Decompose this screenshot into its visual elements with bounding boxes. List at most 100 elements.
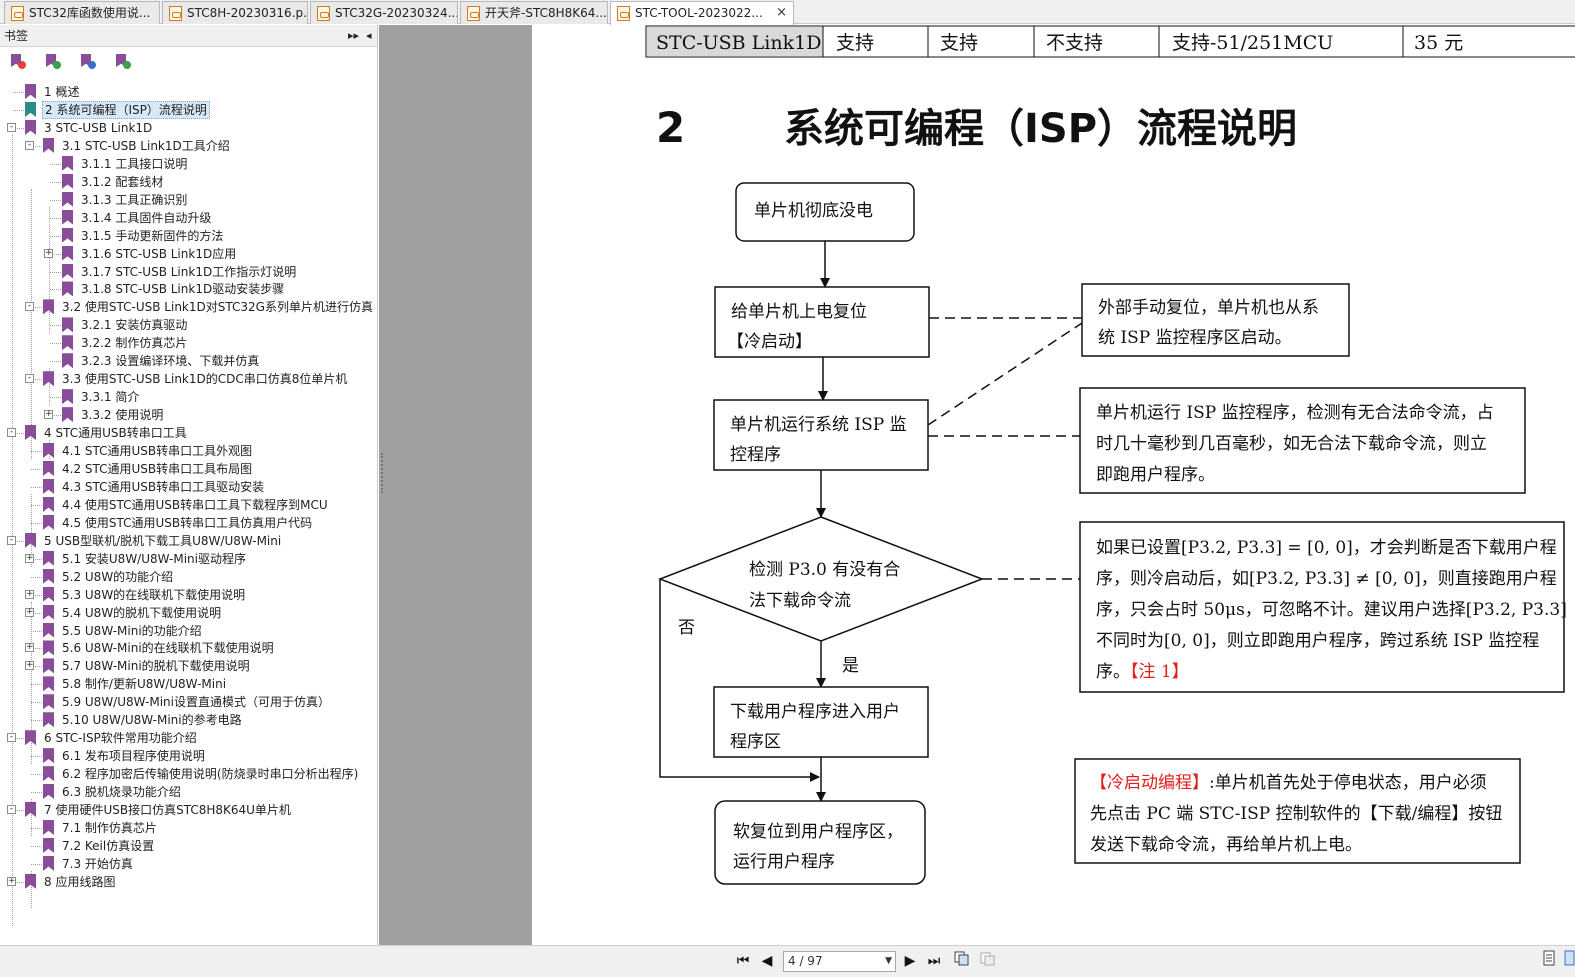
tree-connector bbox=[50, 289, 61, 291]
expand-icon[interactable]: + bbox=[44, 248, 53, 258]
splitter-grip[interactable] bbox=[381, 453, 383, 493]
flow-yes-label: 是 bbox=[842, 656, 859, 676]
tab-stc32g[interactable]: STC32G-20230324... bbox=[310, 1, 458, 24]
close-icon[interactable]: × bbox=[776, 2, 787, 24]
expand-icon[interactable]: + bbox=[7, 876, 16, 886]
bookmark-icon bbox=[62, 335, 73, 351]
section-title: 系统可编程（ISP）流程说明 bbox=[784, 106, 1297, 152]
paste-icon[interactable] bbox=[976, 950, 998, 972]
tab-stc-tool[interactable]: STC-TOOL-2023022... × bbox=[610, 1, 794, 25]
flow-poweron-text-2: 【冷启动】 bbox=[727, 332, 812, 352]
status-bar: ⏮ ◀ 4 / 97 ▼ ▶ ⏭ bbox=[0, 945, 1575, 977]
bookmark-panel-title: 书签 bbox=[4, 29, 29, 43]
tab-stc8h[interactable]: STC8H-20230316.p... bbox=[162, 1, 308, 24]
add-bookmark-icon[interactable] bbox=[45, 53, 61, 69]
bookmark-icon bbox=[43, 137, 54, 153]
bookmark-label: 4.5 使用STC通用USB转串口工具仿真用户代码 bbox=[62, 515, 313, 530]
tree-connector bbox=[31, 792, 42, 794]
note-text: 时几十毫秒到几百毫秒，如无合法下载命令流，则立 bbox=[1096, 434, 1487, 454]
flow-download-text: 下载用户程序进入用户 bbox=[730, 702, 900, 722]
note-text: 先点击 PC 端 STC-ISP 控制软件的【下载/编程】按钮 bbox=[1090, 804, 1502, 824]
expand-icon[interactable]: + bbox=[44, 410, 53, 420]
collapse-icon[interactable]: - bbox=[7, 805, 16, 814]
bookmark-label: 3.2.2 制作仿真芯片 bbox=[81, 336, 188, 351]
tab-label: STC-TOOL-2023022... bbox=[635, 6, 763, 20]
note-text: 外部手动复位，单片机也从系 bbox=[1098, 298, 1319, 318]
flow-isp-monitor-text: 单片机运行系统 ISP 监 bbox=[730, 415, 907, 435]
bookmark-label: 5.3 U8W的在线联机下载使用说明 bbox=[62, 587, 246, 602]
tab-label: STC32库函数使用说... bbox=[29, 6, 151, 20]
bookmark-icon bbox=[43, 694, 54, 710]
expand-icon[interactable]: + bbox=[25, 661, 34, 671]
bookmark-icon bbox=[62, 209, 73, 225]
find-bookmark-icon[interactable] bbox=[115, 53, 131, 69]
bookmark-label: 6.3 脱机烧录功能介绍 bbox=[62, 785, 181, 800]
flow-start-text: 单片机彻底没电 bbox=[754, 201, 873, 221]
tab-label: STC8H-20230316.p... bbox=[187, 6, 308, 20]
tree-connector bbox=[31, 451, 42, 452]
tab-stc32-lib[interactable]: STC32库函数使用说... bbox=[4, 1, 160, 24]
bookmark-label: 3.1 STC-USB Link1D工具介绍 bbox=[62, 138, 230, 153]
note-text-tail: 序。 bbox=[1096, 662, 1130, 682]
bookmark-label: 3.1.8 STC-USB Link1D驱动安装步骤 bbox=[81, 282, 285, 297]
note-text-tail: :单片机首先处于停电状态，用户必须 bbox=[1209, 773, 1487, 793]
last-page-button[interactable]: ⏭ bbox=[923, 950, 945, 972]
bookmark-icon bbox=[43, 640, 54, 656]
bookmark-label: 4.4 使用STC通用USB转串口工具下载程序到MCU bbox=[62, 497, 328, 512]
prev-page-button[interactable]: ◀ bbox=[756, 950, 778, 972]
flow-end-text: 软复位到用户程序区， bbox=[733, 822, 903, 842]
tree-guide-line bbox=[31, 188, 32, 460]
expand-icon[interactable]: + bbox=[25, 643, 34, 653]
collapse-panel-button[interactable]: ◂ bbox=[366, 25, 372, 47]
first-page-button[interactable]: ⏮ bbox=[732, 950, 754, 972]
tree-connector bbox=[31, 486, 42, 488]
bookmark-label: 5.9 U8W/U8W-Mini设置直通模式（可用于仿真） bbox=[62, 695, 330, 710]
collapse-icon[interactable]: - bbox=[25, 374, 34, 384]
pdf-icon bbox=[11, 6, 24, 21]
expand-icon[interactable]: + bbox=[25, 589, 34, 599]
bookmark-label: 3.1.1 工具接口说明 bbox=[81, 156, 188, 171]
expand-icon[interactable]: + bbox=[25, 607, 34, 617]
pdf-page: STC-USB Link1D 支持 支持 不支持 支持-51/251MCU 35… bbox=[532, 25, 1575, 945]
flow-no-label: 否 bbox=[678, 618, 695, 638]
collapse-icon[interactable]: - bbox=[7, 428, 16, 438]
copy-icon[interactable] bbox=[950, 950, 972, 972]
collapse-icon[interactable]: - bbox=[7, 122, 16, 132]
bookmark-icon bbox=[62, 317, 73, 333]
bookmark-label: 7.1 制作仿真芯片 bbox=[62, 820, 157, 835]
goto-bookmark-icon[interactable] bbox=[80, 53, 96, 69]
bookmark-label: 3.1.7 STC-USB Link1D工作指示灯说明 bbox=[81, 264, 297, 279]
expand-icon[interactable]: + bbox=[25, 553, 34, 563]
bookmark-label: 5.8 制作/更新U8W/U8W-Mini bbox=[62, 677, 227, 692]
page-canvas: STC-USB Link1D 支持 支持 不支持 支持-51/251MCU 35… bbox=[645, 25, 1575, 885]
page-number-field[interactable]: 4 / 97 ▼ bbox=[783, 951, 896, 972]
tree-connector bbox=[13, 92, 24, 93]
tree-connector bbox=[50, 181, 61, 183]
flow-download-text-2: 程序区 bbox=[730, 732, 781, 752]
collapse-icon[interactable]: - bbox=[7, 535, 16, 545]
bookmark-icon bbox=[43, 622, 54, 638]
bookmark-icon bbox=[43, 855, 54, 871]
bookmark-icon bbox=[43, 837, 54, 853]
pdf-icon bbox=[617, 6, 630, 21]
single-page-view-icon[interactable] bbox=[1538, 950, 1560, 972]
note-reference-red[interactable]: 【注 1】 bbox=[1130, 662, 1189, 682]
next-page-button[interactable]: ▶ bbox=[899, 950, 921, 972]
tree-connector bbox=[50, 235, 61, 237]
bookmark-label: 5.7 U8W-Mini的脱机下载使用说明 bbox=[62, 659, 250, 674]
bookmark-label: 3.2.3 设置编译环境、下载并仿真 bbox=[81, 354, 260, 369]
bookmark-label: 7.2 Keil仿真设置 bbox=[62, 838, 155, 853]
collapse-icon[interactable]: - bbox=[25, 140, 34, 150]
collapse-icon[interactable]: - bbox=[25, 302, 34, 312]
section-number: 2 bbox=[656, 103, 685, 152]
collapse-icon[interactable]: - bbox=[7, 733, 16, 743]
bookmark-label: 4.2 STC通用USB转串口工具布局图 bbox=[62, 461, 253, 476]
continuous-view-icon[interactable] bbox=[1558, 950, 1575, 972]
chevron-down-icon[interactable]: ▼ bbox=[885, 952, 892, 971]
bookmark-label: 5.10 U8W/U8W-Mini的参考电路 bbox=[62, 713, 242, 728]
delete-bookmark-icon[interactable] bbox=[10, 53, 26, 69]
expand-panel-button[interactable]: ▸▸ bbox=[348, 25, 359, 47]
tab-kaitianfu[interactable]: 开天斧-STC8H8K64... bbox=[460, 1, 608, 24]
bookmark-label: 3.1.3 工具正确识别 bbox=[81, 192, 188, 207]
flow-poweron-text: 给单片机上电复位 bbox=[731, 302, 867, 322]
